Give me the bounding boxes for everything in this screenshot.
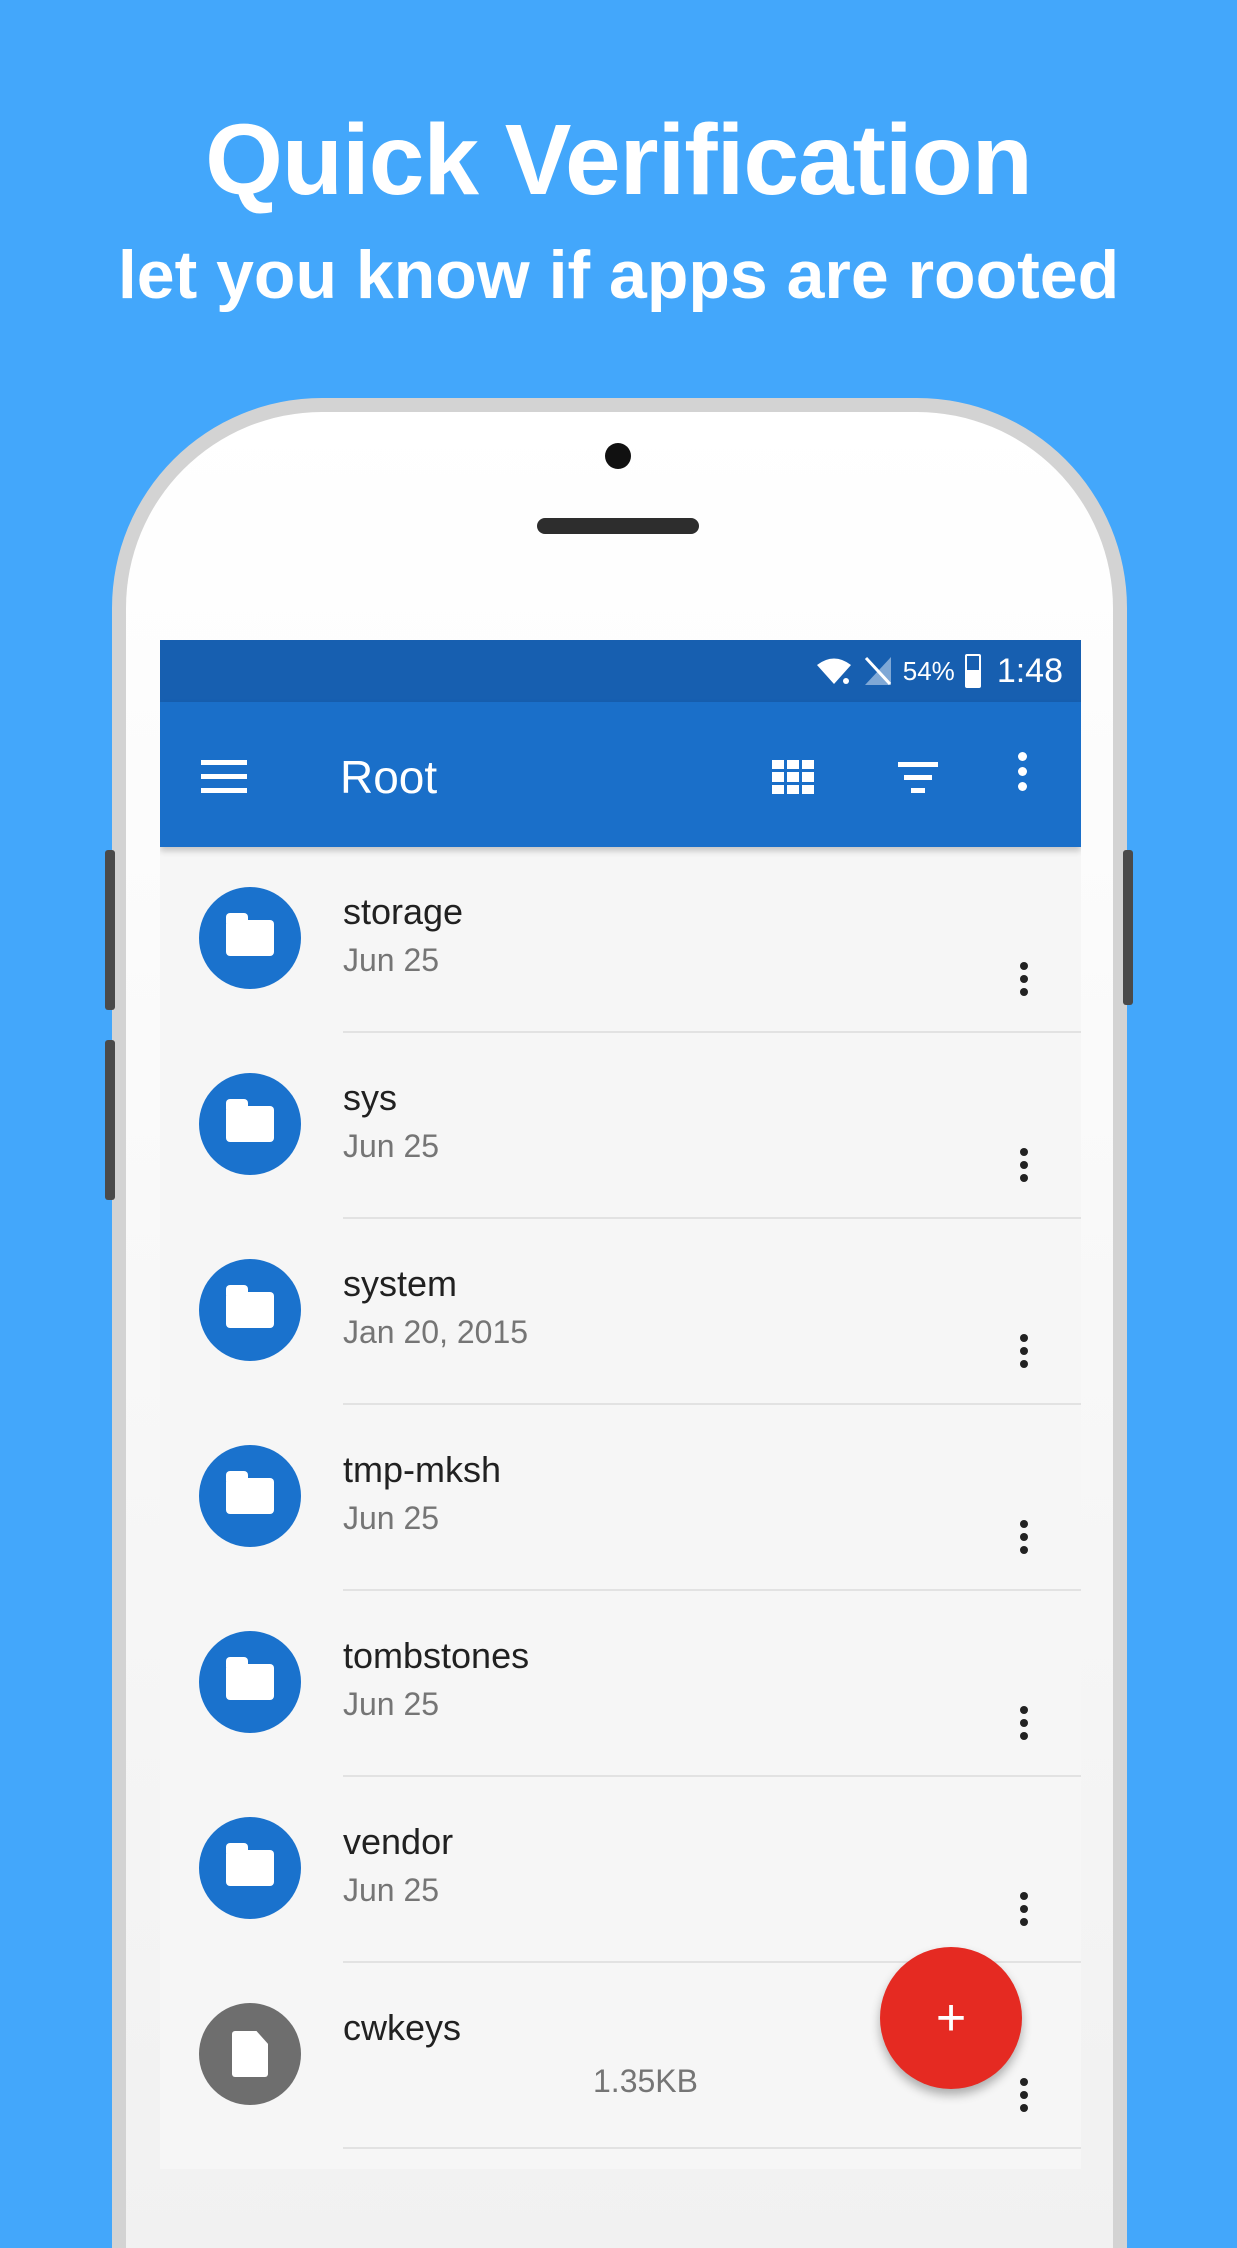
folder-icon [199,887,301,989]
item-more-options-icon[interactable] [1017,1520,1031,1562]
file-list-item[interactable]: storage Jun 25 [160,847,1081,1033]
status-icons: 54% 1:48 [815,640,1063,702]
phone-screen: 54% 1:48 Root storage Jun 25 sys Jun 25 syst… [160,640,1081,2169]
app-bar: Root [160,702,1081,847]
file-list-item[interactable]: tombstones Jun 25 [160,1591,1081,1777]
file-name: system [343,1263,458,1304]
file-list-item[interactable]: sys Jun 25 [160,1033,1081,1219]
phone-volume-button [105,850,115,1010]
no-sim-icon [864,656,891,686]
folder-icon [199,1073,301,1175]
item-more-options-icon[interactable] [1017,2078,1031,2120]
file-date: Jun 25 [343,1128,440,1164]
wifi-icon [816,658,851,684]
file-date: Jun 25 [343,1686,440,1722]
folder-icon [199,1259,301,1361]
file-size: 1.35KB [593,2063,698,2099]
file-name: tmp-mksh [343,1449,502,1490]
file-date: Jun 25 [343,1500,440,1536]
battery-percentage: 54% [902,655,955,686]
file-name: tombstones [343,1635,530,1676]
file-icon [199,2003,301,2105]
phone-volume-button [105,1040,115,1200]
battery-fill [966,669,979,686]
item-more-options-icon[interactable] [1017,1706,1031,1748]
file-date: Jun 25 [343,1872,440,1908]
file-list-item[interactable]: vendor Jun 25 [160,1777,1081,1963]
status-time: 1:48 [996,651,1063,690]
filter-icon[interactable] [895,762,941,796]
grid-view-icon[interactable] [772,760,814,794]
file-name: cwkeys [343,2007,462,2048]
file-list-item[interactable]: system Jan 20, 2015 [160,1219,1081,1405]
menu-icon[interactable] [201,760,247,794]
file-date: Jan 20, 2015 [343,1314,529,1350]
file-date: Jun 25 [343,942,440,978]
item-more-options-icon[interactable] [1017,962,1031,1004]
phone-power-button [1123,850,1133,1005]
add-fab-button[interactable]: + [880,1947,1022,2089]
file-name: sys [343,1077,397,1118]
file-name: vendor [343,1821,454,1862]
front-camera [605,443,631,469]
app-title: Root [340,751,438,803]
battery-icon [964,654,981,688]
folder-icon [199,1631,301,1733]
folder-icon [199,1445,301,1547]
earpiece-speaker [537,518,699,534]
item-more-options-icon[interactable] [1017,1334,1031,1376]
file-list-item[interactable]: tmp-mksh Jun 25 [160,1405,1081,1591]
file-name: storage [343,891,464,932]
promo-subtitle: let you know if apps are rooted [117,237,1120,313]
folder-icon [199,1817,301,1919]
promo-title: Quick Verification [205,104,1033,216]
overflow-menu-icon[interactable] [1015,752,1029,802]
item-more-options-icon[interactable] [1017,1148,1031,1190]
item-more-options-icon[interactable] [1017,1892,1031,1934]
status-bar: 54% 1:48 [160,640,1081,702]
